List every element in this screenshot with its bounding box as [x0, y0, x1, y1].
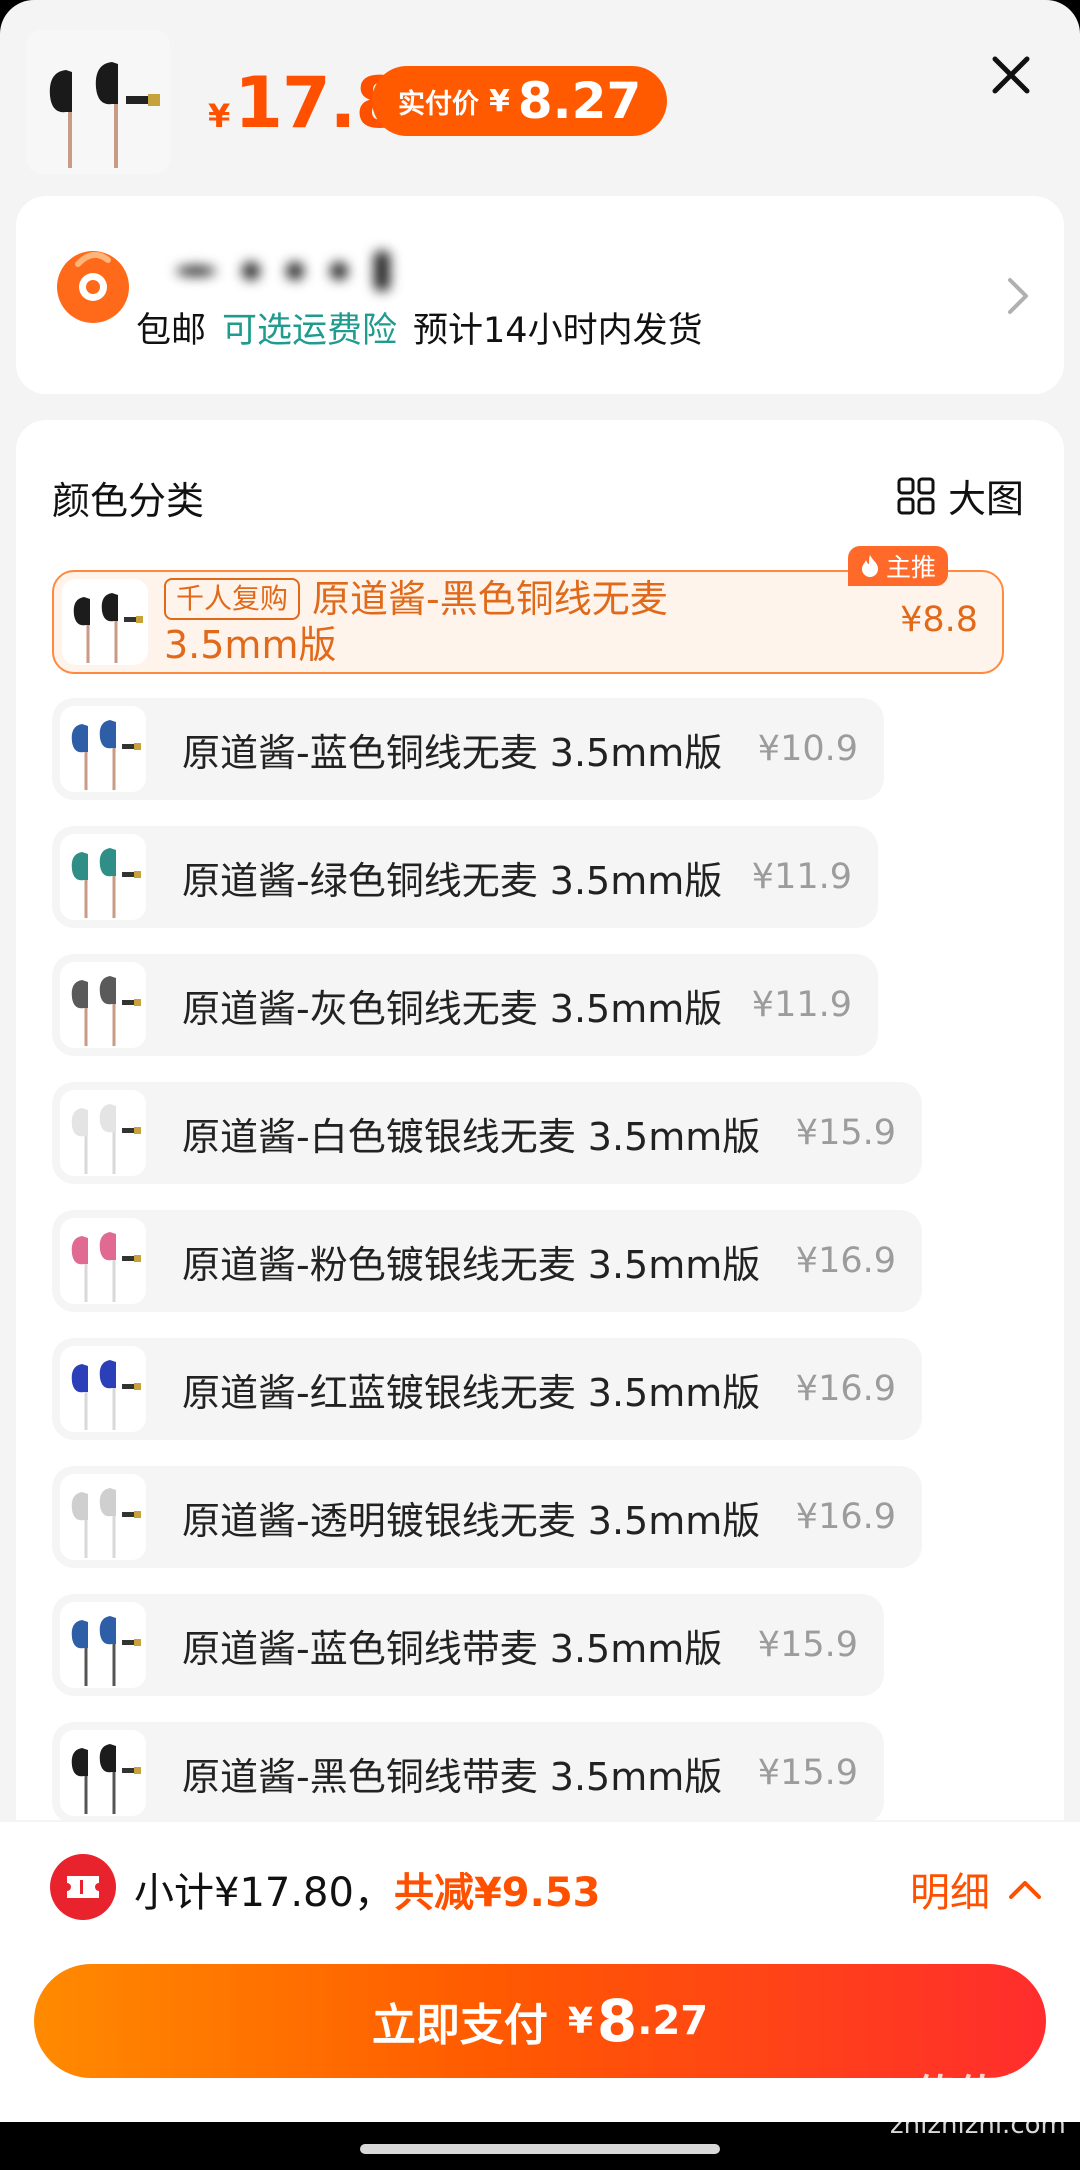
sku-option-image — [60, 1730, 146, 1816]
pay-now-label: 立即支付 — [371, 2000, 548, 2051]
sku-option[interactable]: 原道酱-红蓝镀银线无麦 3.5mm版 ¥16.9 — [52, 1338, 922, 1440]
subtotal-line: 小计¥17.80， 共减¥9.53 — [134, 1860, 601, 1918]
sku-option-price: ¥15.9 — [757, 1753, 858, 1793]
sku-option-name: 原道酱-蓝色铜线无麦 3.5mm版 — [182, 730, 723, 775]
big-image-label: 大图 — [948, 477, 1025, 521]
sku-option-image — [60, 706, 146, 792]
home-indicator[interactable] — [360, 2144, 720, 2154]
sku-option-name: 原道酱-蓝色铜线带麦 3.5mm版 — [182, 1626, 723, 1671]
sku-option-image — [60, 1474, 146, 1560]
sku-option-name: 原道酱-灰色铜线无麦 3.5mm版 — [182, 986, 723, 1031]
flame-icon — [862, 555, 878, 577]
shipping-card[interactable]: 包邮 可选运费险 预计14小时内发货 — [16, 196, 1064, 394]
sku-option-image — [60, 1090, 146, 1176]
watermark-site: zhizhizhi.com — [890, 2110, 1066, 2140]
close-icon — [992, 56, 1030, 94]
section-title-color: 颜色分类 — [52, 479, 205, 523]
sku-option[interactable]: 原道酱-白色镀银线无麦 3.5mm版 ¥15.9 — [52, 1082, 922, 1184]
earphone-image — [49, 62, 160, 168]
sku-option-image — [60, 834, 146, 920]
sku-option-name: 原道酱-黑色铜线带麦 3.5mm版 — [182, 1754, 723, 1799]
pay-now-integer: 8 — [596, 1987, 638, 2055]
sku-option-image — [62, 579, 148, 665]
sheet-header: ¥ 17.8 实付价 ¥ 8.27 — [0, 0, 1080, 190]
shipping-insurance-link[interactable]: 可选运费险 — [222, 302, 397, 353]
sku-option-price: ¥16.9 — [795, 1369, 896, 1409]
chevron-right-icon[interactable] — [1006, 276, 1030, 316]
actual-price-currency: ¥ — [489, 83, 510, 119]
pay-now-currency: ¥ — [567, 2000, 593, 2042]
shop-icon — [57, 251, 129, 323]
sku-option-name-line2: 3.5mm版 — [164, 623, 337, 667]
sku-option-name: 原道酱-透明镀银线无麦 3.5mm版 — [182, 1498, 761, 1543]
sku-option-name: 千人复购 原道酱-黑色铜线无麦 3.5mm版 — [164, 576, 668, 668]
sku-sheet: ¥ 17.8 实付价 ¥ 8.27 包邮 可选运费险 预计14小时内发货 颜色分… — [0, 0, 1080, 2170]
sku-option-image — [60, 1218, 146, 1304]
grid-icon — [897, 477, 935, 514]
ship-eta-text: 预计14小时内发货 — [413, 311, 703, 351]
sku-option-image — [60, 962, 146, 1048]
sku-option-image — [60, 1346, 146, 1432]
actual-price-pill: 实付价 ¥ 8.27 — [372, 66, 668, 136]
free-shipping-text: 包邮 — [136, 311, 207, 351]
sku-option-price: ¥16.9 — [795, 1241, 896, 1281]
sku-option-price: ¥10.9 — [757, 729, 858, 769]
sku-option-name-line1: 原道酱-黑色铜线无麦 — [312, 577, 668, 621]
watermark: 值值值 zhizhizhi.com — [890, 2072, 1066, 2140]
coupon-icon — [50, 1854, 116, 1920]
sku-option-price: ¥16.9 — [795, 1497, 896, 1537]
sku-option-image — [60, 1602, 146, 1688]
main-recommend-badge: 主推 — [848, 546, 949, 586]
actual-price-value: 8.27 — [517, 72, 642, 130]
close-button[interactable] — [988, 52, 1034, 98]
pay-now-button[interactable]: 立即支付 ¥ 8 .27 — [34, 1964, 1046, 2078]
subtotal-text: 小计¥17.80， — [134, 1870, 394, 1916]
shipping-info: 包邮 可选运费险 预计14小时内发货 — [136, 302, 703, 353]
discount-text: 共减¥9.53 — [393, 1870, 601, 1916]
price-currency: ¥ — [208, 97, 231, 135]
main-recommend-text: 主推 — [886, 553, 937, 582]
watermark-main: 值值值 — [914, 2072, 1041, 2118]
sku-option-price: ¥15.9 — [795, 1113, 896, 1153]
price-detail-label: 明细 — [910, 1870, 990, 1916]
sku-option[interactable]: 原道酱-灰色铜线无麦 3.5mm版 ¥11.9 — [52, 954, 878, 1056]
sku-option-name: 原道酱-绿色铜线无麦 3.5mm版 — [182, 858, 723, 903]
sku-option-name: 原道酱-粉色镀银线无麦 3.5mm版 — [182, 1242, 761, 1287]
sku-option[interactable]: 原道酱-绿色铜线无麦 3.5mm版 ¥11.9 — [52, 826, 878, 928]
sku-option[interactable]: 原道酱-蓝色铜线无麦 3.5mm版 ¥10.9 — [52, 698, 884, 800]
pay-now-decimal: .27 — [637, 1998, 709, 2044]
sku-option[interactable]: 原道酱-透明镀银线无麦 3.5mm版 ¥16.9 — [52, 1466, 922, 1568]
sku-option-price: ¥11.9 — [751, 985, 852, 1025]
sku-option-price: ¥11.9 — [751, 857, 852, 897]
sku-option[interactable]: 原道酱-蓝色铜线带麦 3.5mm版 ¥15.9 — [52, 1594, 884, 1696]
rebuy-tag: 千人复购 — [164, 578, 301, 620]
sku-option-price: ¥15.9 — [757, 1625, 858, 1665]
sku-option[interactable]: 原道酱-黑色铜线带麦 3.5mm版 ¥15.9 — [52, 1722, 884, 1824]
sku-option-name: 原道酱-红蓝镀银线无麦 3.5mm版 — [182, 1370, 761, 1415]
price-detail-toggle[interactable]: 明细 — [910, 1860, 1042, 1918]
actual-price-label: 实付价 — [398, 88, 479, 120]
product-thumbnail[interactable] — [26, 30, 170, 174]
sku-option-name: 原道酱-白色镀银线无麦 3.5mm版 — [182, 1114, 761, 1159]
sku-option-price: ¥8.8 — [900, 600, 978, 640]
big-image-toggle[interactable]: 大图 — [896, 468, 1024, 523]
sku-option[interactable]: 原道酱-粉色镀银线无麦 3.5mm版 ¥16.9 — [52, 1210, 922, 1312]
blurred-shop-name — [176, 248, 506, 294]
chevron-up-icon — [1009, 1881, 1041, 1899]
